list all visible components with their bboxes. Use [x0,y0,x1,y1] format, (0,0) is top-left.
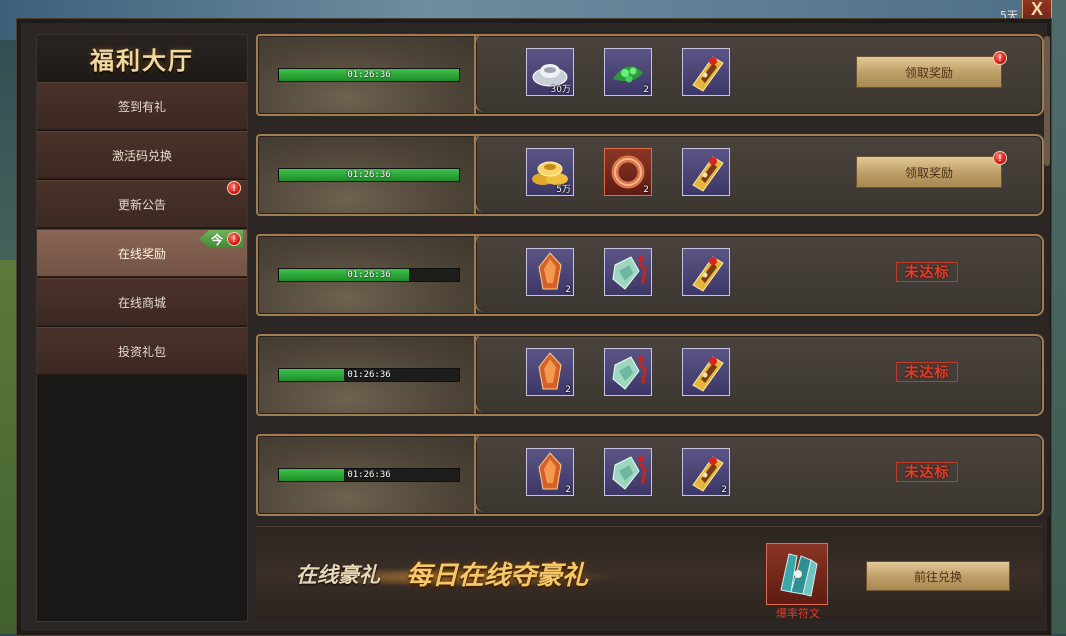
sidebar-item[interactable]: 签到有礼 [37,82,247,130]
goto-exchange-button[interactable]: 前往兑换 [866,561,1010,591]
silver-ingot-icon[interactable]: 30万 [526,48,574,96]
scroll-thumb[interactable] [1044,36,1050,166]
gold-ingot-icon[interactable]: 5万 [526,148,574,196]
alert-icon: ! [993,151,1007,165]
scrollbar[interactable] [1044,36,1050,516]
row-timer-panel: 01:26:36 [256,134,482,216]
alert-icon: ! [993,51,1007,65]
alert-icon: ! [227,232,241,246]
flame-crystal-icon[interactable]: 2 [526,248,574,296]
alert-icon: ! [227,181,241,195]
ring-icon[interactable]: 2 [604,148,652,196]
golden-amulet-icon[interactable] [682,248,730,296]
not-reached-stamp: 未达标 [896,262,958,282]
timer-text: 01:26:36 [347,70,391,80]
reward-row: 01:26:36 2 未达标 [256,234,1044,316]
timer-text: 01:26:36 [347,470,391,480]
golden-amulet-icon[interactable] [682,148,730,196]
sidebar-item-label: 激活码兑换 [111,148,172,163]
row-timer-panel: 01:26:36 [256,234,482,316]
timer-text: 01:26:36 [347,170,391,180]
banner-title: 每日在线夺豪礼 [406,561,589,591]
item-count: 2 [565,485,571,495]
banner-subtitle: 在线豪礼 [296,562,380,587]
row-timer-panel: 01:26:36 [256,434,482,516]
sidebar-item-label: 在线商城 [117,295,166,310]
item-count: 2 [643,185,649,195]
flame-crystal-icon[interactable]: 2 [526,448,574,496]
progress-bar: 01:26:36 [278,468,460,482]
jade-pendant-icon[interactable] [604,248,652,296]
item-count: 30万 [550,85,571,95]
item-count: 5万 [556,185,571,195]
reward-row: 01:26:36 30万 2 领取奖励! [256,34,1044,116]
reward-row: 01:26:36 5万 2 领取奖励! [256,134,1044,216]
progress-bar: 01:26:36 [278,268,460,282]
not-reached-stamp: 未达标 [896,462,958,482]
jade-pendant-icon[interactable] [604,448,652,496]
not-reached-stamp: 未达标 [896,362,958,382]
sidebar-item[interactable]: 更新公告! [37,180,247,228]
exchange-item-label: 爆率符文 [776,607,820,620]
item-count: 2 [721,485,727,495]
row-timer-panel: 01:26:36 [256,334,482,416]
sidebar-title: 福利大厅 [37,35,247,82]
item-count: 2 [565,285,571,295]
flame-crystal-icon[interactable]: 2 [526,348,574,396]
claim-reward-button[interactable]: 领取奖励! [856,51,1007,88]
timer-text: 01:26:36 [347,270,391,280]
reward-row: 01:26:36 2 未达标 [256,334,1044,416]
claim-reward-label: 领取奖励 [904,165,953,180]
reward-row: 01:26:36 2 2 未达标 [256,434,1044,516]
golden-amulet-icon[interactable]: 2 [682,448,730,496]
sidebar-item[interactable]: 激活码兑换 [37,131,247,179]
sidebar-item[interactable]: 在线奖励 今! [37,229,247,277]
today-tag-label: 今 [211,232,224,247]
jade-pendant-icon[interactable] [604,348,652,396]
progress-bar: 01:26:36 [278,168,460,182]
rune-scroll-icon[interactable] [766,543,828,605]
sidebar: 福利大厅 签到有礼激活码兑换更新公告! 在线奖励 今! 在线商城投资礼包 [36,34,248,622]
green-herb-icon[interactable]: 2 [604,48,652,96]
sidebar-item-label: 在线奖励 [117,246,166,261]
sidebar-item-label: 更新公告 [117,197,166,212]
promo-banner: 在线豪礼 每日在线夺豪礼 爆率符文 前往兑换 [256,526,1042,621]
claim-reward-button[interactable]: 领取奖励! [856,151,1007,188]
timer-text: 01:26:36 [347,370,391,380]
golden-amulet-icon[interactable] [682,348,730,396]
sidebar-item-label: 签到有礼 [117,99,166,114]
row-timer-panel: 01:26:36 [256,34,482,116]
golden-amulet-icon[interactable] [682,48,730,96]
sidebar-item-label: 投资礼包 [117,344,166,359]
item-count: 2 [565,385,571,395]
progress-bar: 01:26:36 [278,368,460,382]
sidebar-item[interactable]: 在线商城 [37,278,247,326]
sidebar-item[interactable]: 投资礼包 [37,327,247,375]
progress-bar: 01:26:36 [278,68,460,82]
item-count: 2 [643,85,649,95]
background-edge [1050,0,1066,634]
claim-reward-label: 领取奖励 [904,65,953,80]
